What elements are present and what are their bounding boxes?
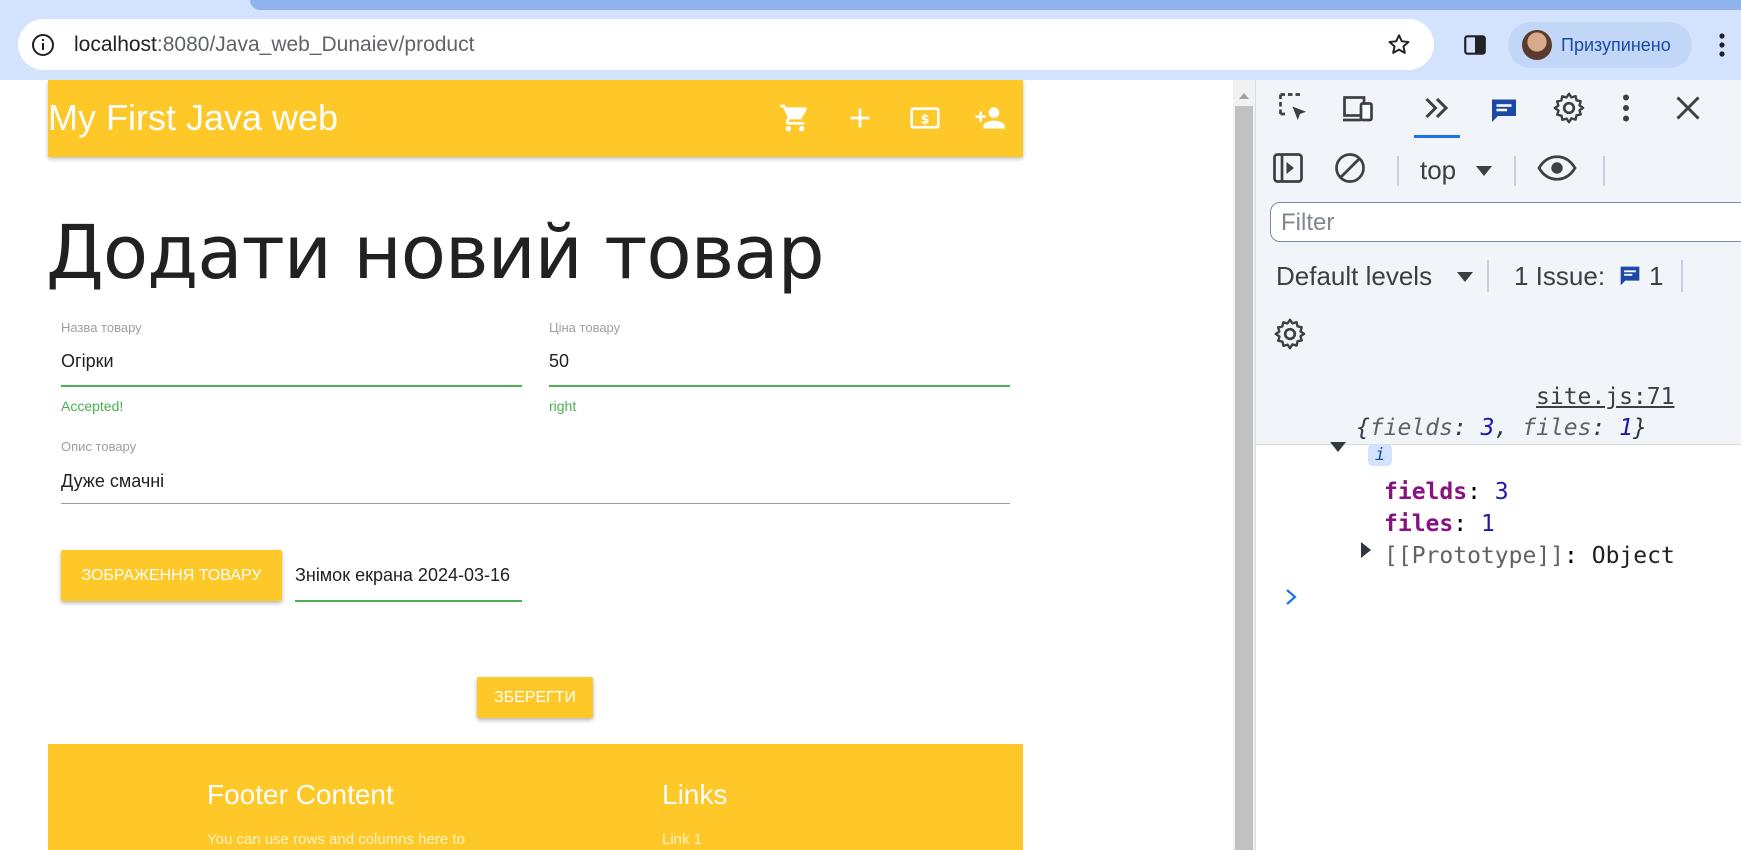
context-selector[interactable]: top [1420, 154, 1456, 186]
page-footer: Footer Content You can use rows and colu… [48, 744, 1023, 850]
scroll-up-arrow-icon[interactable] [1237, 88, 1251, 99]
show-sidebar-icon[interactable] [1270, 150, 1306, 186]
url-text[interactable]: localhost:8080/Java_web_Dunaiev/product [74, 32, 474, 58]
summary-key-files: files [1522, 415, 1592, 441]
product-price-helper: right [549, 398, 577, 414]
product-description-label: Опис товару [61, 439, 137, 454]
context-dropdown-icon[interactable] [1474, 164, 1494, 178]
devtools-settings-icon[interactable] [1551, 90, 1587, 126]
log-levels-dropdown[interactable]: Default levels [1276, 260, 1432, 292]
toolbar-divider [1681, 260, 1683, 292]
footer-title: Footer Content [207, 779, 394, 810]
device-toolbar-icon[interactable] [1340, 90, 1376, 126]
issues-counter[interactable]: 1 Issue: [1514, 260, 1605, 292]
console-prompt-chevron-icon[interactable] [1282, 586, 1300, 608]
side-panel-icon[interactable] [1462, 32, 1488, 58]
toolbar-divider [1603, 156, 1605, 186]
tab-strip [250, 0, 1741, 10]
collapse-triangle-icon[interactable] [1328, 440, 1348, 454]
console-object-summary[interactable]: {fields: 3, files: 1} [1356, 414, 1647, 442]
product-description-input[interactable]: Дуже смачні [61, 470, 164, 492]
summary-value-files: 1 [1619, 415, 1634, 441]
prop-value-files: 1 [1480, 511, 1495, 537]
person-add-icon[interactable] [974, 102, 1006, 134]
profile-status-label: Призупинено [1561, 35, 1671, 55]
page-scrollbar-thumb[interactable] [1235, 106, 1253, 850]
toolbar-divider [1514, 156, 1516, 186]
product-name-helper: Accepted! [61, 398, 124, 414]
inspect-element-icon[interactable] [1276, 90, 1312, 126]
image-upload-button[interactable]: ЗОБРАЖЕННЯ ТОВАРУ [61, 550, 282, 601]
footer-text: You can use rows and columns here to [207, 831, 465, 848]
clear-console-icon[interactable] [1332, 150, 1368, 186]
toolbar-divider [1487, 260, 1489, 292]
console-filter-input[interactable] [1270, 202, 1741, 242]
url-path: :8080/Java_web_Dunaiev/product [156, 33, 475, 56]
console-prop-prototype[interactable]: [[Prototype]]: Object [1384, 542, 1675, 570]
save-button[interactable]: ЗБЕРЕГТИ [477, 677, 593, 718]
bookmark-star-icon[interactable] [1386, 32, 1412, 58]
svg-text:$: $ [920, 112, 929, 127]
cart-icon[interactable] [779, 102, 811, 134]
product-price-label: Ціна товару [549, 320, 621, 335]
summary-brace-close: } [1633, 415, 1647, 441]
issues-chat-icon[interactable] [1616, 262, 1644, 290]
prototype-key: [[Prototype]] [1384, 543, 1565, 569]
prop-key-fields: fields [1384, 479, 1468, 505]
site-info-icon[interactable] [30, 32, 56, 58]
more-panels-icon[interactable] [1419, 90, 1455, 126]
footer-links-title: Links [662, 779, 728, 810]
navbar: My First Java web $ [48, 80, 1023, 157]
prop-key-files: files [1384, 511, 1454, 537]
avatar [1522, 30, 1552, 60]
summary-value-fields: 3 [1480, 415, 1495, 441]
product-price-input[interactable]: 50 [549, 350, 569, 372]
prototype-value: Object [1591, 543, 1675, 569]
money-icon[interactable]: $ [909, 102, 941, 134]
prop-value-fields: 3 [1494, 479, 1509, 505]
page-title: Додати новий товар [46, 210, 825, 296]
url-host: localhost [74, 33, 157, 56]
expand-triangle-icon[interactable] [1359, 540, 1373, 560]
console-prop-files: files: 1 [1384, 511, 1495, 537]
issues-count: 1 [1649, 261, 1664, 291]
product-description-underline [61, 503, 1010, 504]
image-filename-underline [295, 600, 522, 602]
browser-menu-icon[interactable] [1716, 30, 1728, 60]
filter-placeholder: Filter [1281, 209, 1335, 236]
console-settings-icon[interactable] [1272, 316, 1308, 352]
info-badge[interactable]: i [1368, 444, 1392, 466]
console-source-link[interactable]: site.js:71 [1536, 383, 1674, 411]
toolbar-divider [1397, 156, 1399, 186]
product-name-input[interactable]: Огірки [61, 350, 114, 372]
product-price-underline [549, 385, 1010, 387]
image-filename-field[interactable]: Знімок екрана 2024-03-16 [295, 564, 521, 586]
close-devtools-icon[interactable] [1670, 90, 1706, 126]
web-page: My First Java web $ Додати новий товар Н… [0, 80, 1233, 850]
product-name-label: Назва товару [61, 320, 142, 335]
console-prop-fields: fields: 3 [1384, 479, 1509, 505]
product-name-underline [61, 385, 522, 387]
add-icon[interactable] [844, 102, 876, 134]
brand-logo[interactable]: My First Java web [48, 96, 338, 140]
issues-chat-icon[interactable] [1486, 92, 1522, 128]
summary-key-fields: fields [1369, 415, 1453, 441]
footer-link-1[interactable]: Link 1 [662, 830, 702, 850]
devtools-panel: top Filter Default levels 1 Issue: 1 sit… [1255, 80, 1741, 850]
devtools-menu-icon[interactable] [1608, 90, 1644, 126]
summary-brace-open: { [1356, 415, 1370, 441]
live-expression-eye-icon[interactable] [1536, 150, 1578, 186]
levels-dropdown-icon[interactable] [1455, 270, 1475, 284]
